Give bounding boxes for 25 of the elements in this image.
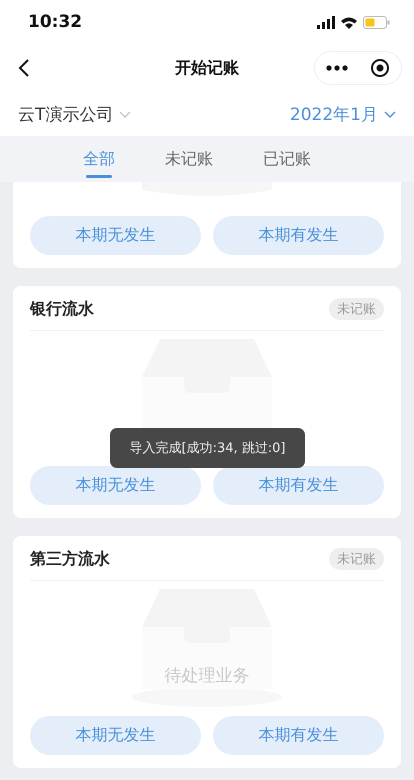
filter-tab[interactable]: 全部 (83, 136, 115, 182)
action-button[interactable]: 本期有发生 (213, 216, 384, 255)
action-button[interactable]: 本期有发生 (213, 466, 384, 505)
wifi-icon (341, 16, 357, 28)
filter-tab[interactable]: 已记账 (263, 136, 311, 182)
action-button[interactable]: 本期无发生 (30, 466, 201, 505)
chevron-icon (119, 110, 132, 118)
card-title: 银行流水 (30, 298, 94, 320)
page-title: 开始记账 (175, 58, 239, 78)
period-selector[interactable]: 2022年1月 (290, 102, 396, 126)
more-icon[interactable] (326, 65, 348, 71)
status-badge: 未记账 (329, 298, 384, 320)
chevron-icon (384, 110, 396, 118)
signal-icon (317, 16, 335, 28)
action-button[interactable]: 本期有发生 (213, 716, 384, 755)
company-selector[interactable]: 云T演示公司 (18, 102, 132, 126)
status-time: 10:32 (28, 12, 82, 32)
battery-icon (363, 16, 390, 28)
back-icon[interactable] (18, 58, 30, 78)
action-button[interactable]: 本期无发生 (30, 216, 201, 255)
action-button[interactable]: 本期无发生 (30, 716, 201, 755)
filter-tab[interactable]: 未记账 (165, 136, 213, 182)
status-badge: 未记账 (329, 548, 384, 570)
toast-message: 导入完成[成功:34, 跳过:0] (110, 428, 305, 468)
card-title: 第三方流水 (30, 548, 110, 570)
